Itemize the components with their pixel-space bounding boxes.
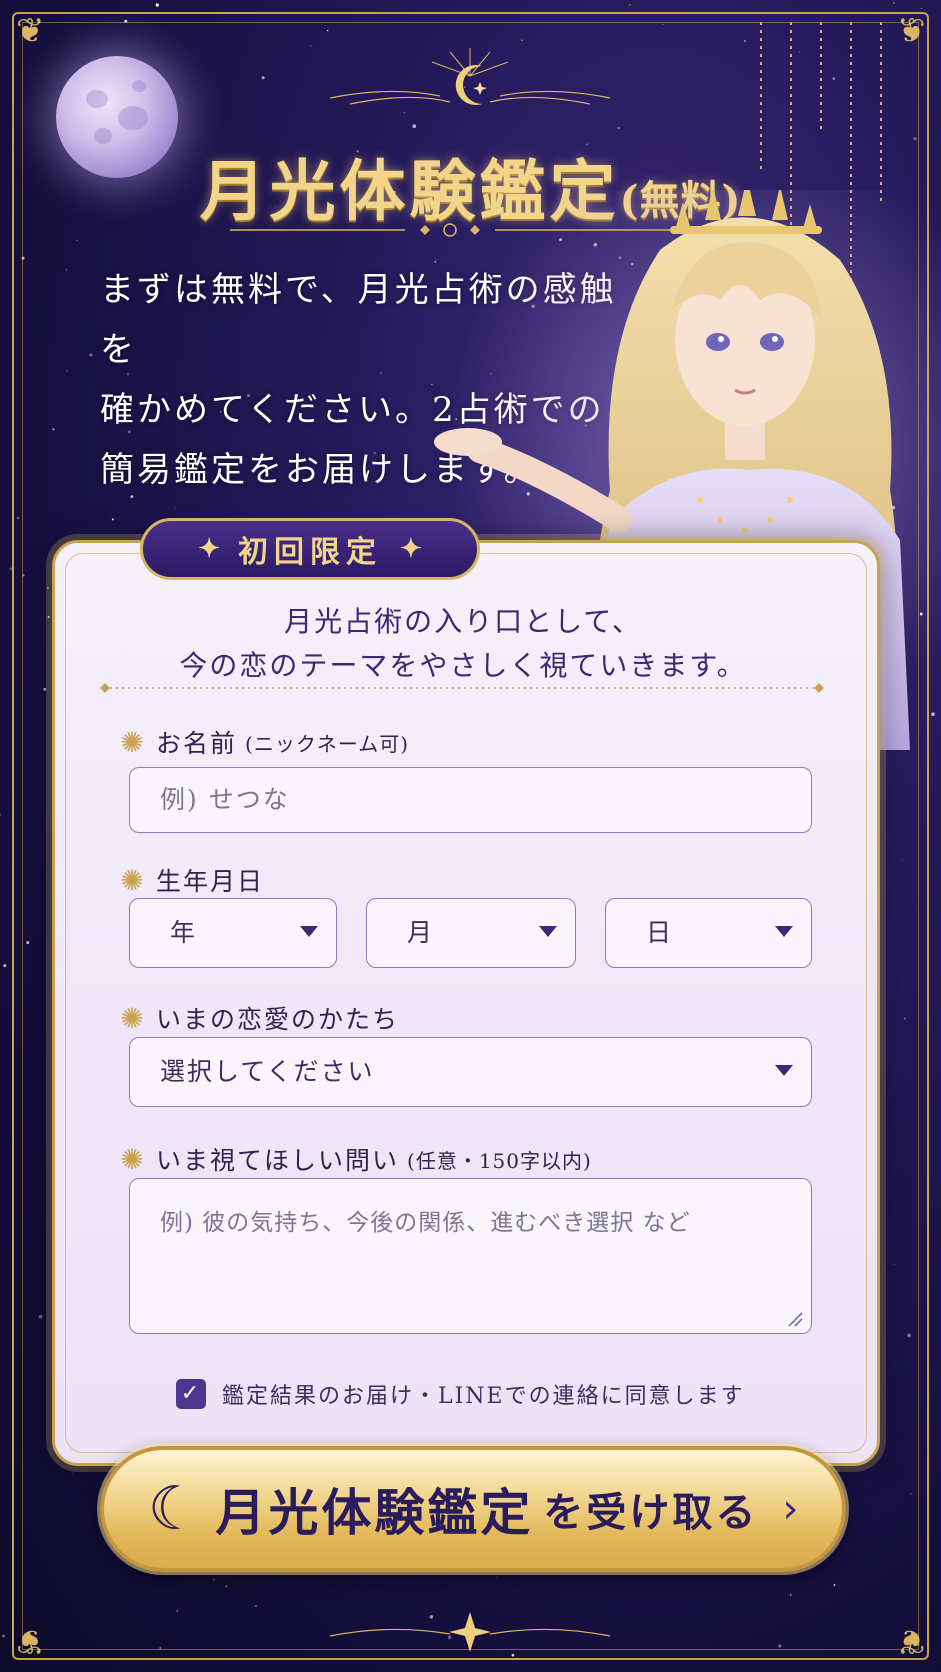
sparkle-icon: ✦	[198, 534, 220, 564]
birth-day-value: 日	[646, 918, 672, 947]
star	[155, 3, 159, 7]
star	[629, 4, 631, 6]
birth-day-select[interactable]: 日	[605, 898, 812, 968]
name-label-note: (ニックネーム可)	[245, 731, 410, 756]
limited-badge: ✦ 初回限定 ✦	[140, 518, 480, 580]
corner-ornament-icon: ❦	[16, 11, 45, 51]
caret-down-icon	[775, 926, 793, 937]
sparkle-icon: ✺	[120, 1142, 146, 1176]
relationship-select-value: 選択してください	[160, 1057, 375, 1086]
name-label: ✺ お名前 (ニックネーム可)	[118, 724, 409, 760]
star	[893, 2, 895, 4]
birthdate-label: ✺ 生年月日	[118, 862, 264, 898]
lead-line: 月光占術の入り口として、	[284, 605, 642, 638]
caret-down-icon	[539, 926, 557, 937]
question-textarea[interactable]: 例) 彼の気持ち、今後の関係、進むべき選択 など	[129, 1178, 812, 1334]
submit-button-rest: を受け取る	[543, 1489, 759, 1536]
star	[2, 1634, 5, 1638]
caret-down-icon	[775, 1065, 793, 1076]
corner-ornament-icon: ❦	[16, 1621, 45, 1661]
birth-month-select[interactable]: 月	[366, 898, 576, 968]
bottom-ornament	[329, 1612, 611, 1652]
corner-ornament-icon: ❦	[896, 11, 926, 51]
badge-label: 初回限定	[238, 535, 382, 570]
card-lead-text: 月光占術の入り口として、 今の恋のテーマをやさしく視ていきます。	[52, 600, 874, 688]
star	[276, 1669, 278, 1670]
question-label-text: いま視てほしい問い	[156, 1146, 400, 1175]
relationship-label-text: いまの恋愛のかたち	[156, 1005, 400, 1034]
question-placeholder: 例) 彼の気持ち、今後の関係、進むべき選択 など	[160, 1210, 691, 1236]
birth-month-value: 月	[407, 918, 433, 947]
submit-button[interactable]: ☾ 月光体験鑑定 を受け取る ›	[100, 1446, 846, 1572]
corner-ornament-icon: ❦	[896, 1621, 926, 1661]
name-input[interactable]: 例) せつな	[129, 767, 812, 833]
sparkle-icon: ✦	[400, 534, 422, 564]
name-label-text: お名前	[156, 729, 238, 758]
star	[0, 813, 2, 816]
relationship-select[interactable]: 選択してください	[129, 1037, 812, 1107]
star	[3, 964, 7, 968]
question-label-note: (任意・150字以内)	[407, 1148, 592, 1173]
submit-button-main: 月光体験鑑定	[215, 1483, 534, 1542]
chevron-right-icon: ›	[782, 1486, 799, 1532]
consent-label: 鑑定結果のお届け・LINEでの連絡に同意します	[222, 1384, 745, 1409]
star	[920, 8, 922, 10]
relationship-label: ✺ いまの恋愛のかたち	[118, 1000, 399, 1036]
sparkle-icon: ✺	[120, 725, 146, 759]
birth-year-value: 年	[170, 918, 196, 947]
sparkle-icon: ✺	[120, 1001, 146, 1035]
consent-checkbox[interactable]: ✓	[176, 1379, 206, 1409]
crescent-moon-icon: ☾	[147, 1474, 202, 1544]
crescent-moon-icon	[329, 48, 611, 105]
birthdate-label-text: 生年月日	[156, 867, 265, 896]
question-label: ✺ いま視てほしい問い (任意・150字以内)	[118, 1141, 592, 1177]
caret-down-icon	[300, 926, 318, 937]
sparkle-icon: ✺	[120, 863, 146, 897]
resize-handle-icon[interactable]	[787, 1311, 803, 1327]
birth-year-select[interactable]: 年	[129, 898, 337, 968]
consent-row: ✓ 鑑定結果のお届け・LINEでの連絡に同意します	[176, 1378, 745, 1410]
card-divider	[100, 683, 824, 693]
